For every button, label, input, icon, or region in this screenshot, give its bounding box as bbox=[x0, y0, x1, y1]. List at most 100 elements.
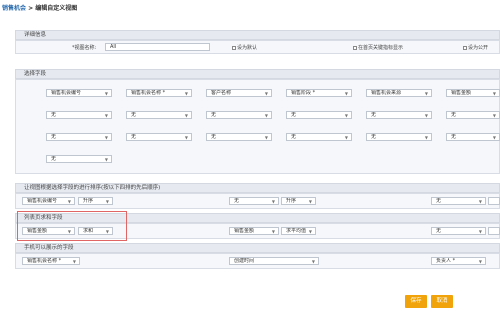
field-select[interactable]: 销售阶段 * ▼ bbox=[286, 89, 352, 97]
field-select-value: 无 bbox=[211, 134, 217, 140]
save-button[interactable]: 保存 bbox=[405, 295, 427, 308]
checkbox-icon[interactable] bbox=[463, 45, 467, 50]
field-select-value: 销售阶段 * bbox=[291, 90, 316, 96]
field-select[interactable]: 无 ▼ bbox=[46, 155, 112, 163]
field-select-value: 无 bbox=[51, 134, 57, 140]
section-header-sort: 让视图根据选择字段的进行排序(按以下四排的先后顺序) bbox=[15, 183, 500, 193]
chevron-down-icon: ▼ bbox=[344, 135, 348, 140]
field-select[interactable]: 销售机会来源 ▼ bbox=[366, 89, 432, 97]
field-select-value: 无 bbox=[131, 112, 137, 118]
chevron-down-icon: ▼ bbox=[72, 259, 76, 264]
view-name-label: *视图名称: bbox=[72, 45, 97, 51]
home-key-label: 在首页关键指标显示 bbox=[358, 45, 404, 51]
field-select[interactable]: 销售金额 ▼ bbox=[446, 89, 500, 97]
checkbox-icon[interactable] bbox=[232, 45, 236, 50]
chevron-down-icon: ▼ bbox=[104, 113, 108, 118]
chevron-down-icon: ▼ bbox=[271, 229, 275, 234]
field-select-value: 无 bbox=[371, 134, 377, 140]
mobile-field-2[interactable]: 创建时间 ▼ bbox=[229, 257, 319, 265]
field-select-value: 无 bbox=[451, 134, 457, 140]
section-header-select-fields: 选择字段 bbox=[15, 69, 500, 79]
cancel-button[interactable]: 取消 bbox=[431, 295, 453, 308]
chevron-down-icon: ▼ bbox=[308, 229, 312, 234]
field-select[interactable]: 销售机会编号 ▼ bbox=[46, 89, 112, 97]
field-select[interactable]: 无 ▼ bbox=[446, 133, 500, 141]
chevron-down-icon: ▼ bbox=[492, 91, 496, 96]
chevron-down-icon: ▼ bbox=[308, 199, 312, 204]
field-select[interactable]: 无 ▼ bbox=[126, 133, 192, 141]
chevron-down-icon: ▼ bbox=[344, 113, 348, 118]
field-select[interactable]: 客户名称 ▼ bbox=[206, 89, 272, 97]
field-select[interactable]: 无 ▼ bbox=[366, 111, 432, 119]
sort-order-2[interactable]: 升序 ▼ bbox=[281, 197, 316, 205]
chevron-down-icon: ▼ bbox=[492, 113, 496, 118]
sort-order-1[interactable]: 升序 ▼ bbox=[78, 197, 113, 205]
chevron-down-icon: ▼ bbox=[424, 91, 428, 96]
view-name-input[interactable]: All bbox=[105, 43, 210, 51]
chevron-down-icon: ▼ bbox=[424, 113, 428, 118]
field-select[interactable]: 无 ▼ bbox=[366, 133, 432, 141]
chevron-down-icon: ▼ bbox=[424, 135, 428, 140]
summary-op-3[interactable] bbox=[488, 227, 500, 235]
chevron-down-icon: ▼ bbox=[271, 199, 275, 204]
chevron-down-icon: ▼ bbox=[492, 135, 496, 140]
section-header-mobile: 手机可以展示的字段 bbox=[15, 243, 500, 253]
chevron-down-icon: ▼ bbox=[184, 135, 188, 140]
summary-op-2[interactable]: 求平均值 ▼ bbox=[281, 227, 316, 235]
sort-field-3[interactable]: 无 ▼ bbox=[431, 197, 486, 205]
mobile-field-1[interactable]: 销售机会名称 * ▼ bbox=[22, 257, 80, 265]
chevron-down-icon: ▼ bbox=[478, 229, 482, 234]
home-key-checkbox[interactable]: 在首页关键指标显示 bbox=[353, 44, 403, 51]
field-select[interactable]: 无 ▼ bbox=[206, 111, 272, 119]
sort-field-1[interactable]: 销售机会编号 ▼ bbox=[22, 197, 75, 205]
public-checkbox[interactable]: 设为公开 bbox=[463, 44, 488, 51]
field-select[interactable]: 无 ▼ bbox=[206, 133, 272, 141]
chevron-down-icon: ▼ bbox=[184, 91, 188, 96]
chevron-down-icon: ▼ bbox=[184, 113, 188, 118]
page-title: 编辑自定义视图 bbox=[35, 5, 78, 12]
summary-field-2[interactable]: 销售金额 ▼ bbox=[229, 227, 279, 235]
field-select-value: 无 bbox=[51, 112, 57, 118]
field-select-value: 无 bbox=[211, 112, 217, 118]
field-select[interactable]: 无 ▼ bbox=[46, 133, 112, 141]
field-select-value: 无 bbox=[291, 134, 297, 140]
checkbox-icon[interactable] bbox=[353, 45, 357, 50]
field-select[interactable]: 无 ▼ bbox=[446, 111, 500, 119]
default-label: 设为默认 bbox=[237, 45, 258, 51]
sort-field-2[interactable]: 无 ▼ bbox=[229, 197, 279, 205]
field-select[interactable]: 无 ▼ bbox=[286, 133, 352, 141]
field-select[interactable]: 无 ▼ bbox=[286, 111, 352, 119]
field-select-value: 无 bbox=[451, 112, 457, 118]
field-select[interactable]: 无 ▼ bbox=[46, 111, 112, 119]
section-header-details: 详细信息 bbox=[15, 30, 500, 40]
chevron-down-icon: ▼ bbox=[478, 199, 482, 204]
field-select[interactable]: 销售机会名称 * ▼ bbox=[126, 89, 192, 97]
public-label: 设为公开 bbox=[468, 45, 489, 51]
chevron-down-icon: ▼ bbox=[264, 135, 268, 140]
highlight-box bbox=[17, 211, 127, 241]
chevron-down-icon: ▼ bbox=[104, 91, 108, 96]
chevron-down-icon: ▼ bbox=[105, 199, 109, 204]
chevron-down-icon: ▼ bbox=[264, 91, 268, 96]
breadcrumb-separator: > bbox=[26, 5, 36, 12]
field-select-value: 销售机会编号 bbox=[51, 90, 82, 96]
field-select-value: 无 bbox=[371, 112, 377, 118]
breadcrumb: 销售机会 > 编辑自定义视图 bbox=[2, 3, 77, 12]
field-select-value: 无 bbox=[291, 112, 297, 118]
field-select[interactable]: 无 ▼ bbox=[126, 111, 192, 119]
default-checkbox[interactable]: 设为默认 bbox=[232, 44, 257, 51]
field-select-value: 无 bbox=[51, 156, 57, 162]
chevron-down-icon: ▼ bbox=[67, 199, 71, 204]
field-select-value: 销售机会来源 bbox=[371, 90, 402, 96]
chevron-down-icon: ▼ bbox=[104, 135, 108, 140]
mobile-field-3[interactable]: 负责人 * ▼ bbox=[431, 257, 486, 265]
sort-order-3[interactable] bbox=[488, 197, 500, 205]
chevron-down-icon: ▼ bbox=[344, 91, 348, 96]
chevron-down-icon: ▼ bbox=[104, 157, 108, 162]
field-select-value: 销售机会名称 * bbox=[131, 90, 166, 96]
breadcrumb-link[interactable]: 销售机会 bbox=[2, 5, 26, 12]
summary-field-3[interactable]: 无 ▼ bbox=[431, 227, 486, 235]
field-select-value: 客户名称 bbox=[211, 90, 232, 96]
chevron-down-icon: ▼ bbox=[478, 259, 482, 264]
chevron-down-icon: ▼ bbox=[311, 259, 315, 264]
